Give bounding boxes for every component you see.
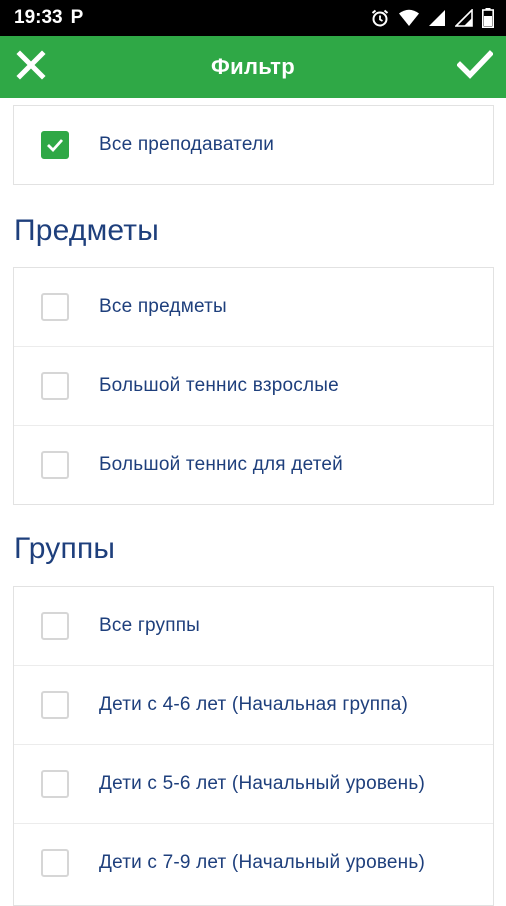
checkbox[interactable] [41,372,69,400]
status-time: 19:33 [14,7,63,28]
checkbox[interactable] [41,770,69,798]
checkbox-label: Дети с 7-9 лет (Начальный уровень) [99,852,425,873]
status-bar: 19:33 P [0,0,506,36]
check-icon [47,139,64,153]
checkbox[interactable] [41,131,69,159]
checkbox-label: Все преподаватели [99,134,275,155]
app-notification-icon: P [70,7,84,28]
checkbox[interactable] [41,849,69,877]
check-icon [456,49,494,85]
subjects-card: Все предметы Большой теннис взрослые Бол… [13,267,494,505]
section-title-groups: Группы [14,532,116,565]
checkbox[interactable] [41,612,69,640]
checkbox-label: Большой теннис взрослые [99,375,339,396]
alarm-icon [370,8,390,28]
app-bar: Фильтр [0,36,506,98]
checkbox-row-tennis-kids[interactable]: Большой теннис для детей [14,426,493,504]
apply-filter-button[interactable] [444,36,506,98]
checkbox[interactable] [41,451,69,479]
checkbox-label: Все группы [99,615,201,636]
checkbox-row-all-teachers[interactable]: Все преподаватели [14,106,493,184]
teachers-card: Все преподаватели [13,105,494,185]
page-title: Фильтр [211,54,295,79]
battery-icon [482,8,494,28]
wifi-icon [399,9,419,27]
checkbox-row-all-groups[interactable]: Все группы [14,587,493,666]
groups-card: Все группы Дети с 4-6 лет (Начальная гру… [13,586,494,906]
checkbox-label: Дети с 5-6 лет (Начальный уровень) [99,773,425,794]
checkbox-label: Все предметы [99,296,227,317]
checkbox-row-all-subjects[interactable]: Все предметы [14,268,493,347]
section-title-subjects: Предметы [14,214,159,247]
checkbox-label: Дети с 4-6 лет (Начальная группа) [99,694,409,715]
checkbox-row-tennis-adults[interactable]: Большой теннис взрослые [14,347,493,426]
checkbox-row-group-5-6[interactable]: Дети с 5-6 лет (Начальный уровень) [14,745,493,824]
signal-icon [428,9,446,27]
checkbox-label: Большой теннис для детей [99,454,343,475]
checkbox[interactable] [41,293,69,321]
signal-icon [455,9,473,27]
checkbox[interactable] [41,691,69,719]
checkbox-row-group-7-9[interactable]: Дети с 7-9 лет (Начальный уровень) [14,824,493,902]
checkbox-row-group-4-6[interactable]: Дети с 4-6 лет (Начальная группа) [14,666,493,745]
